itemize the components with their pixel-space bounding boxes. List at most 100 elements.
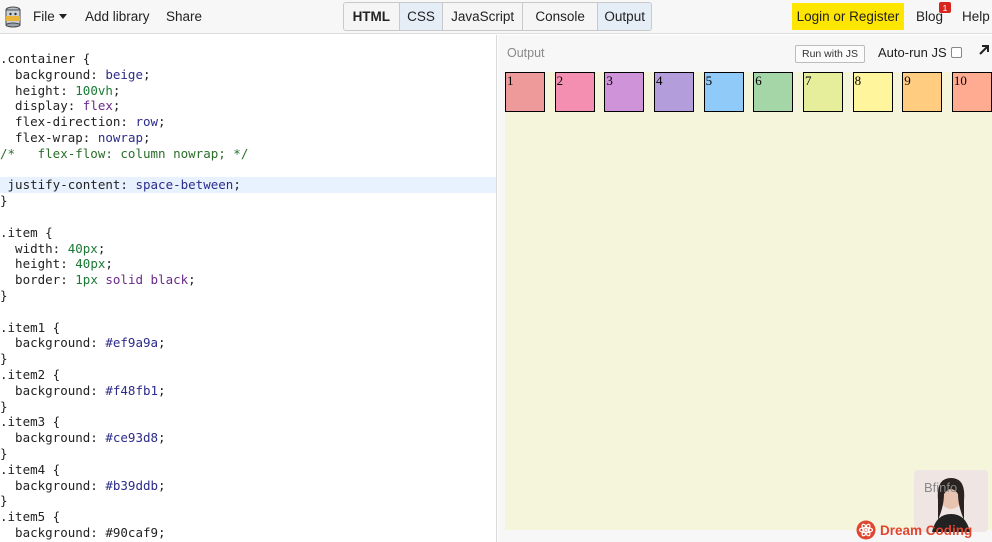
flex-item-4: 4 (653, 72, 694, 112)
flex-item-5: 5 (703, 72, 744, 112)
code-line[interactable]: .container { (0, 51, 496, 67)
code-token: ; (112, 98, 121, 114)
flex-item-1: 1 (505, 72, 545, 112)
code-line[interactable]: flex-wrap: nowrap; (0, 130, 496, 146)
flex-item-10: 10 (951, 72, 992, 112)
code-line[interactable]: } (0, 193, 496, 209)
flex-item-3: 3 (604, 72, 645, 112)
webcam-overlay-text: Bfinfo (924, 480, 958, 495)
code-token: ; (105, 256, 113, 272)
code-token: flex-wrap: (0, 130, 98, 145)
code-line[interactable]: } (0, 493, 496, 509)
code-token: .item4 { (0, 461, 61, 477)
code-line[interactable]: background: #ce93d8; (0, 430, 496, 446)
code-token: background: (0, 477, 106, 493)
code-token: 1px (75, 272, 98, 288)
code-line[interactable]: .item3 { (0, 414, 496, 430)
code-line[interactable] (0, 304, 496, 320)
code-line[interactable]: background: #f48fb1; (0, 382, 496, 399)
watermark-label: Dream Coding (880, 522, 973, 538)
code-token: .item1 { (0, 319, 61, 335)
file-menu[interactable]: File (33, 9, 67, 24)
code-line[interactable]: background: #b39ddb; (0, 477, 496, 494)
code-line[interactable]: } (0, 351, 496, 367)
code-line[interactable]: background: beige; (0, 66, 496, 83)
code-token: #ce93d8 (105, 430, 159, 446)
share-menu[interactable]: Share (166, 9, 202, 24)
help-link[interactable]: Help (962, 9, 990, 24)
code-line[interactable]: .item4 { (0, 461, 496, 478)
tab-html[interactable]: HTML (344, 3, 400, 30)
code-token: ; (158, 335, 166, 351)
css-code-editor[interactable]: .container { background: beige; height: … (0, 35, 497, 542)
flex-item-9: 9 (902, 72, 943, 112)
code-token: border: (0, 272, 76, 288)
tab-console[interactable]: Console (522, 3, 599, 30)
code-line[interactable]: height: 40px; (0, 256, 496, 272)
code-token: } (0, 493, 8, 509)
file-menu-label: File (33, 9, 55, 24)
expand-arrow-icon[interactable] (976, 42, 992, 58)
code-token: ; (158, 382, 166, 398)
code-line[interactable]: /* flex-flow: column nowrap; */ (0, 146, 496, 162)
code-token: space-between (135, 177, 234, 193)
code-line[interactable]: } (0, 446, 496, 462)
tab-output[interactable]: Output (598, 3, 651, 30)
code-token: .item2 { (0, 367, 61, 382)
code-token: height: (0, 82, 76, 98)
code-line[interactable]: .item2 { (0, 367, 496, 383)
code-token: #f48fb1 (105, 382, 159, 398)
code-token: background: (0, 382, 106, 398)
tab-css[interactable]: CSS (399, 3, 444, 30)
code-token: } (0, 446, 8, 461)
code-line[interactable]: width: 40px; (0, 241, 496, 257)
code-line[interactable]: height: 100vh; (0, 82, 496, 99)
code-line[interactable]: .item { (0, 225, 496, 241)
code-line[interactable]: background: #90caf9; (0, 525, 496, 541)
code-token: background: (0, 430, 106, 446)
code-line[interactable]: justify-content: space-between; (0, 177, 496, 194)
code-token: 40px (75, 256, 106, 272)
code-token: solid black (97, 272, 189, 288)
output-panel-title: Output (507, 46, 545, 60)
blog-notification-badge: 1 (939, 2, 951, 13)
code-line[interactable]: } (0, 288, 496, 304)
code-token: background: #90caf9; (0, 525, 166, 540)
code-line[interactable]: } (0, 398, 496, 415)
code-line[interactable]: display: flex; (0, 98, 496, 114)
code-token: height: (0, 256, 76, 272)
auto-run-js-label: Auto-run JS (878, 45, 947, 60)
code-token: } (0, 398, 8, 414)
code-token: justify-content: (0, 177, 136, 193)
code-token: } (0, 193, 8, 209)
code-token: nowrap (97, 130, 143, 145)
code-line[interactable]: .item1 { (0, 319, 496, 336)
flex-item-6: 6 (753, 72, 794, 112)
code-token: 100vh (75, 82, 113, 98)
tab-javascript[interactable]: JavaScript (443, 3, 523, 30)
add-library-menu[interactable]: Add library (85, 9, 150, 24)
code-token: ; (143, 66, 151, 82)
code-token: ; (158, 477, 166, 493)
run-with-js-button[interactable]: Run with JS (795, 45, 865, 63)
code-token: background: (0, 66, 106, 82)
code-token: .item5 { (0, 509, 61, 525)
code-token: ; (158, 114, 166, 130)
dream-coding-watermark: Dream Coding (856, 520, 972, 540)
code-line[interactable]: flex-direction: row; (0, 114, 496, 130)
panel-tabs: HTML CSS JavaScript Console Output (343, 2, 652, 31)
code-token: ; (233, 177, 241, 193)
code-line[interactable]: background: #ef9a9a; (0, 335, 496, 351)
code-token: .container { (0, 51, 91, 66)
login-register-button[interactable]: Login or Register (792, 3, 904, 30)
jsbin-logo-icon[interactable] (4, 6, 22, 28)
flex-item-8: 8 (852, 72, 893, 112)
code-line[interactable]: border: 1px solid black; (0, 272, 496, 288)
code-line[interactable]: .item5 { (0, 509, 496, 525)
code-line[interactable] (0, 209, 496, 225)
code-token: row (135, 114, 159, 130)
output-panel: Output Run with JS Auto-run JS 123456789… (498, 35, 992, 542)
code-token: } (0, 351, 8, 367)
auto-run-js-checkbox[interactable] (951, 47, 962, 58)
code-line[interactable] (0, 162, 496, 178)
